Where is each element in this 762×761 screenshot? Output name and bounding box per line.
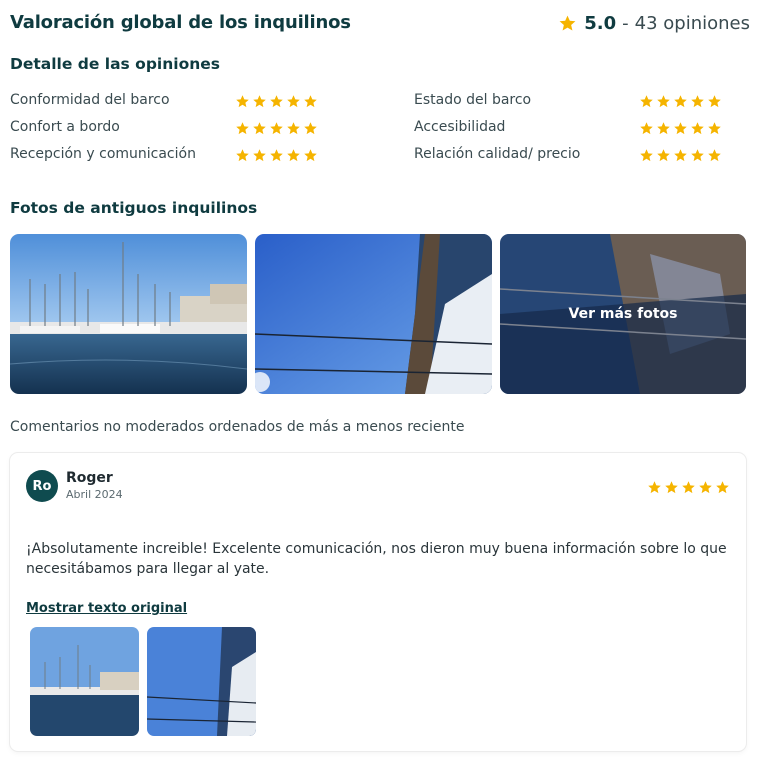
marina-image <box>10 234 247 394</box>
star-icon <box>287 95 300 108</box>
criterion-stars <box>235 121 318 136</box>
star-icon <box>253 149 266 162</box>
star-icon <box>674 122 687 135</box>
criterion-item: Conformidad del barco <box>10 91 326 111</box>
review-date: Abril 2024 <box>66 488 123 501</box>
review-text: ¡Absolutamente increible! Excelente comu… <box>26 541 727 577</box>
criterion-label: Estado del barco <box>414 92 532 108</box>
sailing-image <box>255 234 492 394</box>
criterion-stars <box>639 121 722 136</box>
review-stars <box>647 480 730 495</box>
criterion-stars <box>235 148 318 163</box>
star-icon <box>708 95 721 108</box>
criterion-item: Accesibilidad <box>414 118 730 138</box>
review-thumb-marina <box>30 627 139 736</box>
review-card: Ro Roger Abril 2024 ¡Absolutamente incre… <box>10 453 746 751</box>
star-icon <box>691 122 704 135</box>
comments-order-note: Comentarios no moderados ordenados de má… <box>10 419 465 435</box>
star-icon <box>657 122 670 135</box>
more-photos-button[interactable]: Ver más fotos <box>500 234 746 394</box>
star-icon <box>304 149 317 162</box>
star-icon <box>699 481 712 494</box>
star-icon <box>708 122 721 135</box>
photos-title: Fotos de antiguos inquilinos <box>10 199 258 217</box>
star-icon <box>674 95 687 108</box>
star-icon <box>236 122 249 135</box>
overall-rating-summary: 5.0 - 43 opiniones <box>558 13 750 34</box>
criterion-label: Relación calidad/ precio <box>414 146 581 162</box>
star-icon <box>648 481 661 494</box>
star-icon <box>253 95 266 108</box>
criterion-label: Confort a bordo <box>10 119 120 135</box>
star-icon <box>304 122 317 135</box>
star-icon <box>674 149 687 162</box>
show-original-text-link[interactable]: Mostrar texto original <box>26 601 187 616</box>
criterion-label: Conformidad del barco <box>10 92 170 108</box>
star-icon <box>691 149 704 162</box>
criterion-label: Accesibilidad <box>414 119 506 135</box>
star-icon <box>559 15 576 31</box>
star-icon <box>304 95 317 108</box>
star-icon <box>287 122 300 135</box>
star-icon <box>665 481 678 494</box>
star-icon <box>253 122 266 135</box>
star-icon <box>236 95 249 108</box>
gallery-photo-marina[interactable] <box>10 234 247 394</box>
criterion-stars <box>639 148 722 163</box>
separator: - <box>622 13 629 34</box>
star-icon <box>270 95 283 108</box>
review-thumb-sailing <box>147 627 256 736</box>
star-icon <box>708 149 721 162</box>
criterion-item: Confort a bordo <box>10 118 326 138</box>
criterion-item: Estado del barco <box>414 91 730 111</box>
star-icon <box>640 149 653 162</box>
overall-score: 5.0 <box>584 13 617 34</box>
criterion-label: Recepción y comunicación <box>10 146 196 162</box>
star-icon <box>657 149 670 162</box>
review-photo-marina[interactable] <box>30 627 139 736</box>
criterion-item: Recepción y comunicación <box>10 145 326 165</box>
criterion-stars <box>639 94 722 109</box>
star-icon <box>287 149 300 162</box>
detail-title: Detalle de las opiniones <box>10 55 221 73</box>
gallery-photo-more[interactable]: Ver más fotos <box>500 234 746 394</box>
reviews-section: Valoración global de los inquilinos 5.0 … <box>0 0 762 761</box>
photo-gallery: Ver más fotos <box>10 234 746 394</box>
reviews-count: 43 opiniones <box>634 13 750 34</box>
star-icon <box>657 95 670 108</box>
criterion-item: Relación calidad/ precio <box>414 145 730 165</box>
reviewer-name: Roger <box>66 470 113 486</box>
star-icon <box>691 95 704 108</box>
star-icon <box>640 95 653 108</box>
star-icon <box>236 149 249 162</box>
criterion-stars <box>235 94 318 109</box>
star-icon <box>270 149 283 162</box>
review-photo-sailing[interactable] <box>147 627 256 736</box>
gallery-photo-sailing[interactable] <box>255 234 492 394</box>
overall-rating-title: Valoración global de los inquilinos <box>10 12 351 33</box>
star-icon <box>716 481 729 494</box>
overall-rating-header: Valoración global de los inquilinos 5.0 … <box>10 12 750 38</box>
star-icon <box>640 122 653 135</box>
star-icon <box>682 481 695 494</box>
avatar: Ro <box>26 470 58 502</box>
star-icon <box>270 122 283 135</box>
